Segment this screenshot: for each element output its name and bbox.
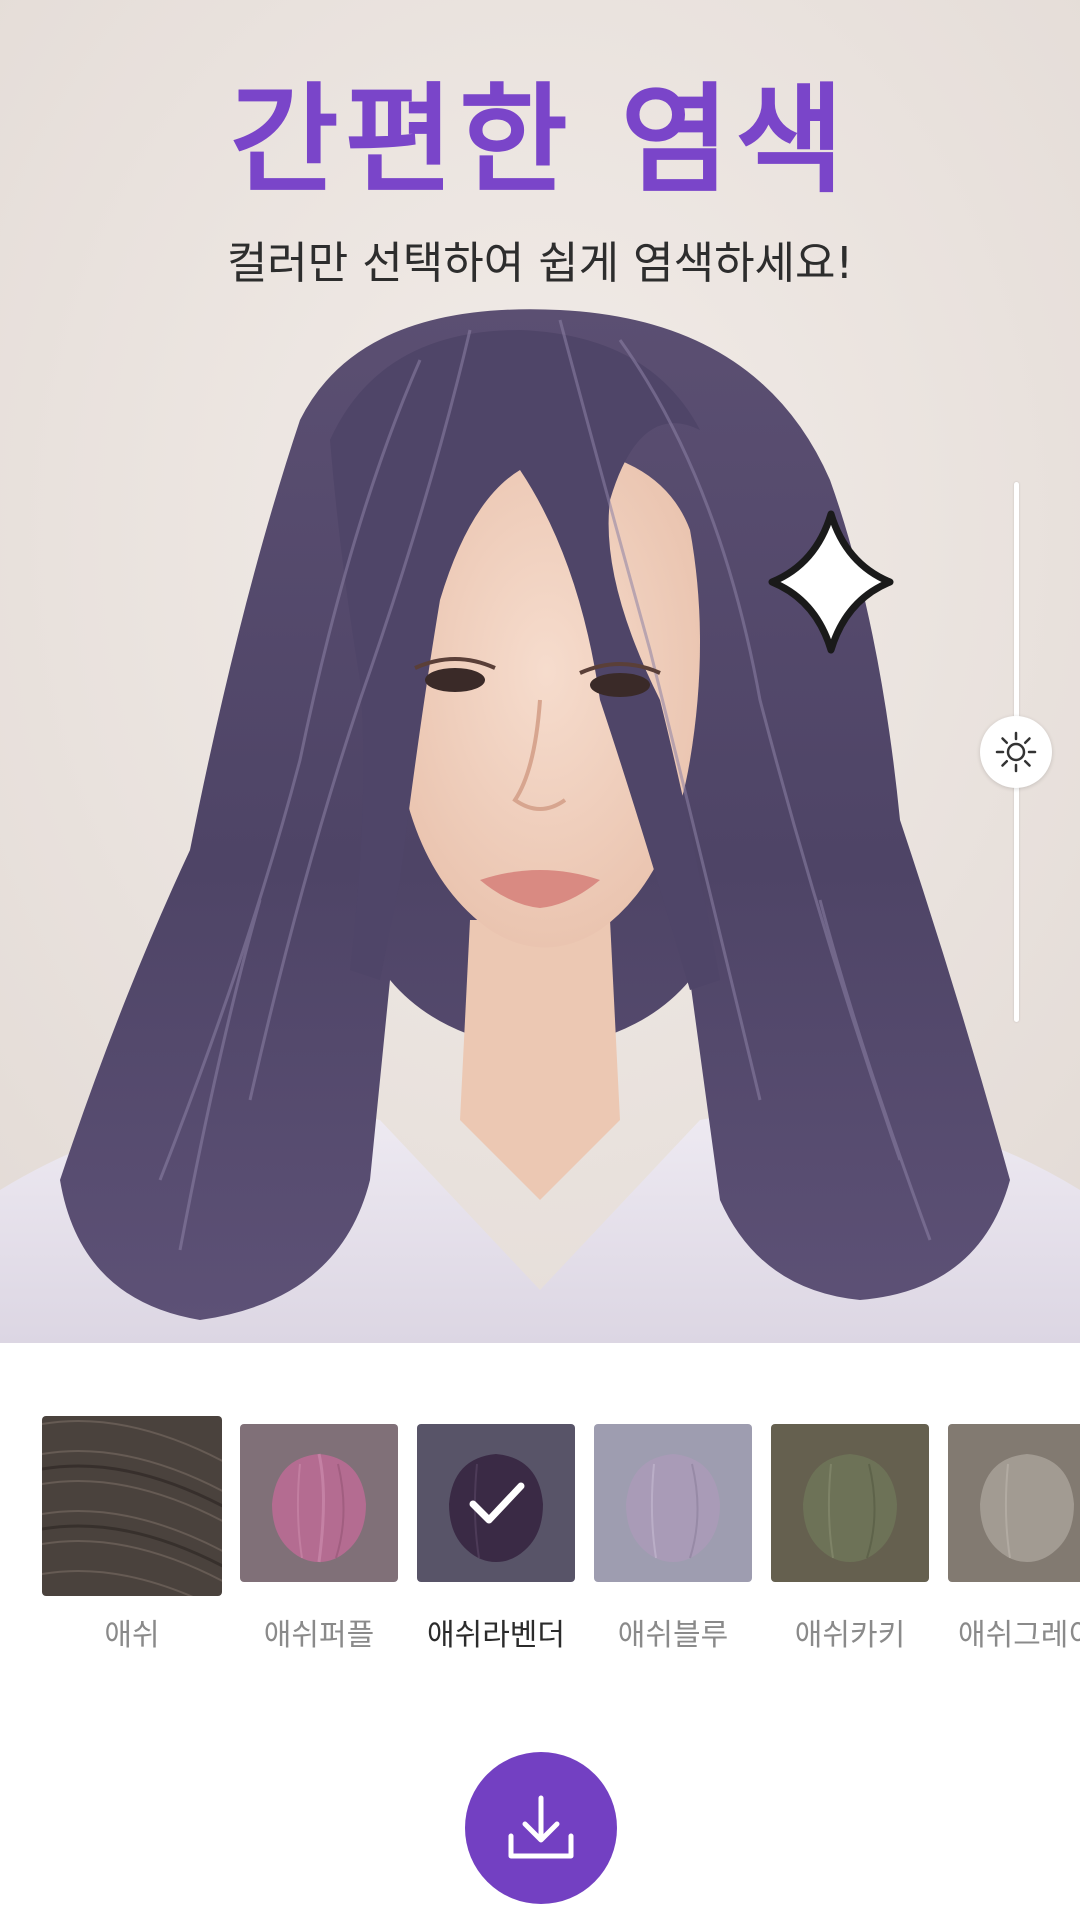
page-subtitle: 컬러만 선택하여 쉽게 염색하세요! [226,238,854,289]
sparkle-icon[interactable] [766,508,896,656]
page-title: 간편한 염색 [230,71,850,209]
color-label: 애쉬그레이 [958,1618,1080,1653]
brightness-slider[interactable] [980,482,1052,1022]
color-swatch[interactable] [417,1424,575,1582]
color-swatch[interactable] [948,1424,1080,1582]
check-icon [469,1482,525,1524]
sun-icon [995,731,1037,773]
color-label: 애쉬퍼플 [263,1618,375,1653]
hair-sample-icon [803,1454,897,1562]
color-swatch[interactable] [240,1424,398,1582]
download-button[interactable] [465,1752,617,1904]
hair-texture-image [42,1416,222,1596]
color-label: 애쉬라벤더 [427,1618,565,1653]
color-label: 애쉬카키 [794,1618,906,1653]
hair-sample-icon [626,1454,720,1562]
color-picker: 애쉬 애쉬퍼플 애쉬라벤더 애쉬블루 애쉬카키 애쉬그레 [0,1400,1080,1660]
slider-thumb[interactable] [980,716,1052,788]
color-swatch[interactable] [771,1424,929,1582]
color-swatch[interactable] [594,1424,752,1582]
hair-sample-icon [980,1454,1074,1562]
download-icon [508,1795,574,1859]
hair-color-screen: 간편한 염색 컬러만 선택하여 쉽게 염색하세요! 애쉬 애쉬퍼플 애쉬라벤더 … [0,0,1080,1920]
color-label: 애쉬 [104,1618,160,1653]
color-label: 애쉬블루 [617,1618,729,1653]
hair-sample-icon [272,1453,366,1563]
photo-preview: 간편한 염색 컬러만 선택하여 쉽게 염색하세요! [0,0,1080,1343]
color-swatch[interactable] [42,1416,222,1596]
